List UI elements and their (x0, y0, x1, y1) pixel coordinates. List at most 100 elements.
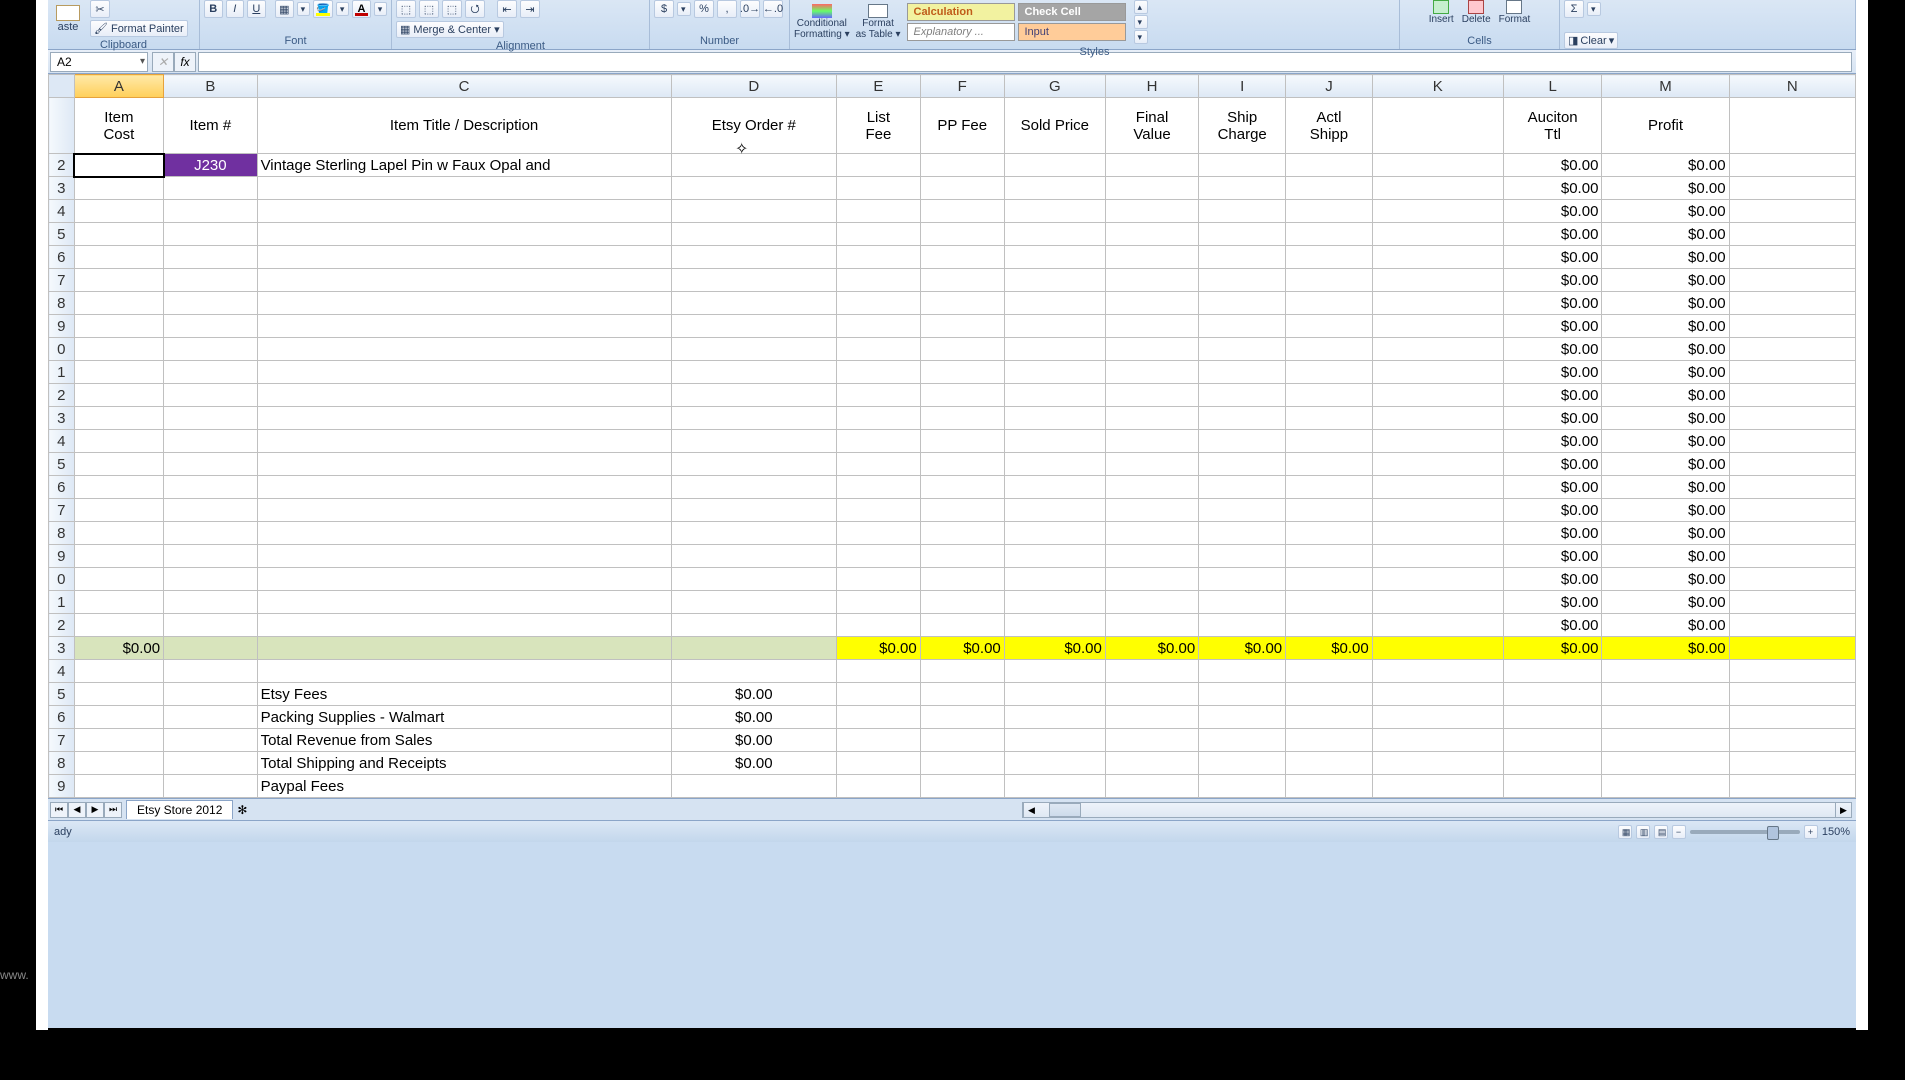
cell-E20[interactable] (837, 568, 921, 591)
row-header-23[interactable]: 3 (49, 637, 75, 660)
column-header-C[interactable]: C (257, 75, 671, 98)
cell-D9[interactable] (671, 315, 836, 338)
summary-val-4[interactable] (671, 775, 836, 798)
horizontal-scrollbar[interactable]: ◀ ▶ (1022, 802, 1852, 818)
cell-G17[interactable] (1004, 499, 1105, 522)
cell-G2[interactable] (1004, 154, 1105, 177)
cell-H4[interactable] (1105, 200, 1198, 223)
cell-A13[interactable] (74, 407, 163, 430)
cell-M20[interactable]: $0.00 (1602, 568, 1729, 591)
name-box[interactable]: A2 (50, 52, 148, 72)
cell-F8[interactable] (920, 292, 1004, 315)
underline-button[interactable]: U (247, 0, 266, 18)
cell-L21[interactable]: $0.00 (1503, 591, 1602, 614)
cell-M24[interactable] (1602, 660, 1729, 683)
row-header-28[interactable]: 8 (49, 752, 75, 775)
row-header-1[interactable] (49, 98, 75, 154)
cell-M16[interactable]: $0.00 (1602, 476, 1729, 499)
row-header-16[interactable]: 6 (49, 476, 75, 499)
summary-val-0[interactable]: $0.00 (671, 683, 836, 706)
cell-J22[interactable] (1286, 614, 1373, 637)
cell-H15[interactable] (1105, 453, 1198, 476)
cell-C24[interactable] (257, 660, 671, 683)
cell-I24[interactable] (1199, 660, 1286, 683)
cell-H21[interactable] (1105, 591, 1198, 614)
decrease-indent-button[interactable]: ⇤ (497, 0, 517, 18)
border-dropdown[interactable]: ▾ (297, 2, 310, 16)
row-header-26[interactable]: 6 (49, 706, 75, 729)
column-header-L[interactable]: L (1503, 75, 1602, 98)
cell-A22[interactable] (74, 614, 163, 637)
cell-C18[interactable] (257, 522, 671, 545)
scroll-thumb[interactable] (1049, 803, 1081, 817)
cell-A12[interactable] (74, 384, 163, 407)
cell-L4[interactable]: $0.00 (1503, 200, 1602, 223)
cell-C8[interactable] (257, 292, 671, 315)
view-normal-button[interactable]: ▦ (1618, 825, 1632, 839)
cell-J4[interactable] (1286, 200, 1373, 223)
bold-button[interactable]: B (204, 0, 223, 18)
cell-N22[interactable] (1729, 614, 1855, 637)
cell-G4[interactable] (1004, 200, 1105, 223)
column-header-B[interactable]: B (164, 75, 257, 98)
cell-F11[interactable] (920, 361, 1004, 384)
cell-F23[interactable]: $0.00 (920, 637, 1004, 660)
cell-M3[interactable]: $0.00 (1602, 177, 1729, 200)
row-header-6[interactable]: 6 (49, 246, 75, 269)
header-L[interactable]: AucitonTtl (1503, 98, 1602, 154)
cell-A8[interactable] (74, 292, 163, 315)
style-check-cell[interactable]: Check Cell (1018, 3, 1126, 21)
cell-C15[interactable] (257, 453, 671, 476)
cell-E9[interactable] (837, 315, 921, 338)
cell-F20[interactable] (920, 568, 1004, 591)
cell-N24[interactable] (1729, 660, 1855, 683)
cell-F21[interactable] (920, 591, 1004, 614)
cell-C20[interactable] (257, 568, 671, 591)
cell-B5[interactable] (164, 223, 257, 246)
cell-J7[interactable] (1286, 269, 1373, 292)
cell-K14[interactable] (1372, 430, 1503, 453)
cell-I20[interactable] (1199, 568, 1286, 591)
cell-H5[interactable] (1105, 223, 1198, 246)
cell-I13[interactable] (1199, 407, 1286, 430)
currency-dropdown[interactable]: ▾ (677, 2, 691, 16)
row-header-3[interactable]: 3 (49, 177, 75, 200)
cell-D14[interactable] (671, 430, 836, 453)
cell-M14[interactable]: $0.00 (1602, 430, 1729, 453)
styles-scroll-up[interactable]: ▴ (1134, 0, 1148, 14)
cell-M2[interactable]: $0.00 (1602, 154, 1729, 177)
cell-L19[interactable]: $0.00 (1503, 545, 1602, 568)
cell-C17[interactable] (257, 499, 671, 522)
cell-E15[interactable] (837, 453, 921, 476)
cell-G23[interactable]: $0.00 (1004, 637, 1105, 660)
cell-A20[interactable] (74, 568, 163, 591)
font-color-dropdown[interactable]: ▾ (374, 2, 387, 16)
cell-F7[interactable] (920, 269, 1004, 292)
tab-next-button[interactable]: ▶ (86, 802, 104, 818)
cell-I16[interactable] (1199, 476, 1286, 499)
cell-B2[interactable]: J230 (164, 154, 257, 177)
cell-H24[interactable] (1105, 660, 1198, 683)
cell-L13[interactable]: $0.00 (1503, 407, 1602, 430)
cell-I15[interactable] (1199, 453, 1286, 476)
zoom-slider[interactable] (1690, 830, 1800, 834)
row-header-24[interactable]: 4 (49, 660, 75, 683)
cell-M22[interactable]: $0.00 (1602, 614, 1729, 637)
column-header-M[interactable]: M (1602, 75, 1729, 98)
cell-B12[interactable] (164, 384, 257, 407)
cell-L7[interactable]: $0.00 (1503, 269, 1602, 292)
cell-L24[interactable] (1503, 660, 1602, 683)
cell-G5[interactable] (1004, 223, 1105, 246)
row-header-22[interactable]: 2 (49, 614, 75, 637)
style-explanatory[interactable]: Explanatory ... (907, 23, 1015, 41)
cell-K17[interactable] (1372, 499, 1503, 522)
cancel-formula-button[interactable]: ✕ (152, 52, 174, 72)
cell-E13[interactable] (837, 407, 921, 430)
cell-B22[interactable] (164, 614, 257, 637)
cell-B9[interactable] (164, 315, 257, 338)
cell-I11[interactable] (1199, 361, 1286, 384)
cell-K13[interactable] (1372, 407, 1503, 430)
row-header-11[interactable]: 1 (49, 361, 75, 384)
cell-I17[interactable] (1199, 499, 1286, 522)
cell-K20[interactable] (1372, 568, 1503, 591)
